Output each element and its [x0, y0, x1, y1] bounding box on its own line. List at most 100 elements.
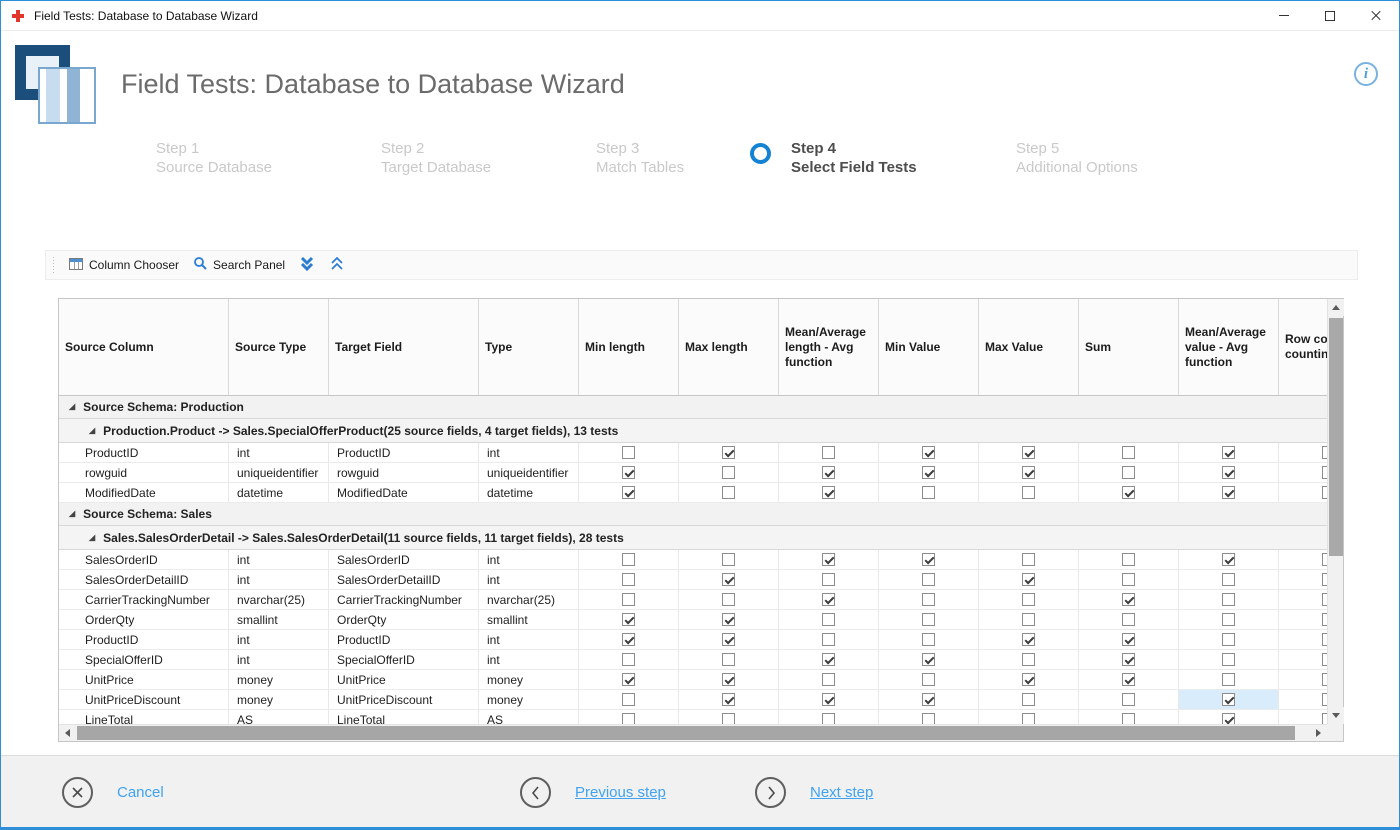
test-checkbox[interactable] — [622, 446, 635, 459]
test-checkbox[interactable] — [922, 446, 935, 459]
column-header[interactable]: Type — [479, 299, 579, 395]
test-checkbox[interactable] — [1122, 553, 1135, 566]
test-checkbox[interactable] — [722, 573, 735, 586]
test-checkbox[interactable] — [1022, 593, 1035, 606]
test-checkbox[interactable] — [622, 633, 635, 646]
test-checkbox[interactable] — [822, 593, 835, 606]
test-checkbox[interactable] — [822, 673, 835, 686]
table-group-row[interactable]: ◢Production.Product -> Sales.SpecialOffe… — [59, 419, 1327, 443]
test-checkbox[interactable] — [1222, 466, 1235, 479]
test-checkbox[interactable] — [1222, 633, 1235, 646]
search-panel-button[interactable]: Search Panel — [186, 252, 292, 278]
test-checkbox[interactable] — [622, 466, 635, 479]
scroll-down-button[interactable] — [1328, 707, 1344, 724]
test-checkbox[interactable] — [622, 693, 635, 706]
test-checkbox[interactable] — [1222, 713, 1235, 724]
cancel-button[interactable]: Cancel — [62, 777, 164, 808]
test-checkbox[interactable] — [1222, 673, 1235, 686]
test-checkbox[interactable] — [822, 713, 835, 724]
group-row[interactable]: ◢Source Schema: Production — [59, 396, 1327, 419]
next-step-button[interactable]: Next step — [755, 777, 873, 808]
test-checkbox[interactable] — [822, 613, 835, 626]
test-checkbox[interactable] — [722, 613, 735, 626]
test-checkbox[interactable] — [622, 673, 635, 686]
test-checkbox[interactable] — [1022, 573, 1035, 586]
test-checkbox[interactable] — [1122, 593, 1135, 606]
grid-row[interactable]: ProductIDintProductIDint — [59, 630, 1327, 650]
test-checkbox[interactable] — [1222, 613, 1235, 626]
test-checkbox[interactable] — [1022, 633, 1035, 646]
test-checkbox[interactable] — [922, 633, 935, 646]
grid-row[interactable]: ModifiedDatedatetimeModifiedDatedatetime — [59, 483, 1327, 503]
test-checkbox[interactable] — [922, 593, 935, 606]
grid-row[interactable]: UnitPriceDiscountmoneyUnitPriceDiscountm… — [59, 690, 1327, 710]
test-checkbox[interactable] — [1122, 633, 1135, 646]
test-checkbox[interactable] — [822, 486, 835, 499]
test-checkbox[interactable] — [722, 673, 735, 686]
test-checkbox[interactable] — [922, 553, 935, 566]
info-icon[interactable]: i — [1354, 62, 1378, 86]
grid-row[interactable]: CarrierTrackingNumbernvarchar(25)Carrier… — [59, 590, 1327, 610]
table-group-row[interactable]: ◢Sales.SalesOrderDetail -> Sales.SalesOr… — [59, 526, 1327, 550]
group-expand-icon[interactable]: ◢ — [69, 510, 75, 518]
group-row[interactable]: ◢Source Schema: Sales — [59, 503, 1327, 526]
test-checkbox[interactable] — [1122, 446, 1135, 459]
grid-row[interactable]: SalesOrderDetailIDintSalesOrderDetailIDi… — [59, 570, 1327, 590]
test-checkbox[interactable] — [722, 693, 735, 706]
minimize-button[interactable] — [1261, 1, 1307, 30]
test-checkbox[interactable] — [1122, 486, 1135, 499]
column-header[interactable]: Min Value — [879, 299, 979, 395]
grid-row[interactable]: SalesOrderIDintSalesOrderIDint — [59, 550, 1327, 570]
test-checkbox[interactable] — [722, 653, 735, 666]
test-checkbox[interactable] — [722, 713, 735, 724]
test-checkbox[interactable] — [722, 633, 735, 646]
vertical-scrollbar-thumb[interactable] — [1329, 318, 1343, 556]
grid-row[interactable]: ProductIDintProductIDint — [59, 443, 1327, 463]
test-checkbox[interactable] — [922, 713, 935, 724]
column-header[interactable]: Row count not counting null — [1279, 299, 1327, 395]
test-checkbox[interactable] — [1022, 713, 1035, 724]
toolbar-grip-handle[interactable] — [51, 257, 55, 274]
test-checkbox[interactable] — [922, 613, 935, 626]
test-checkbox[interactable] — [1022, 673, 1035, 686]
test-checkbox[interactable] — [922, 486, 935, 499]
test-checkbox[interactable] — [1122, 653, 1135, 666]
group-expand-icon[interactable]: ◢ — [69, 403, 75, 411]
column-header[interactable]: Sum — [1079, 299, 1179, 395]
test-checkbox[interactable] — [822, 466, 835, 479]
test-checkbox[interactable] — [622, 486, 635, 499]
previous-step-button[interactable]: Previous step — [520, 777, 666, 808]
expand-all-button[interactable] — [292, 252, 322, 278]
test-checkbox[interactable] — [922, 573, 935, 586]
test-checkbox[interactable] — [722, 486, 735, 499]
test-checkbox[interactable] — [822, 633, 835, 646]
column-header[interactable]: Min length — [579, 299, 679, 395]
column-header[interactable]: Mean/Average value - Avg function — [1179, 299, 1279, 395]
test-checkbox[interactable] — [1022, 693, 1035, 706]
scroll-up-button[interactable] — [1328, 299, 1344, 316]
column-header[interactable]: Max length — [679, 299, 779, 395]
collapse-all-button[interactable] — [322, 252, 352, 278]
test-checkbox[interactable] — [922, 653, 935, 666]
test-checkbox[interactable] — [1222, 693, 1235, 706]
test-checkbox[interactable] — [1122, 693, 1135, 706]
test-checkbox[interactable] — [1222, 573, 1235, 586]
test-checkbox[interactable] — [622, 553, 635, 566]
close-button[interactable] — [1353, 1, 1399, 30]
test-checkbox[interactable] — [1022, 466, 1035, 479]
test-checkbox[interactable] — [1022, 653, 1035, 666]
test-checkbox[interactable] — [1022, 613, 1035, 626]
test-checkbox[interactable] — [1022, 446, 1035, 459]
test-checkbox[interactable] — [922, 673, 935, 686]
grid-row[interactable]: LineTotalASLineTotalAS — [59, 710, 1327, 724]
test-checkbox[interactable] — [722, 446, 735, 459]
test-checkbox[interactable] — [822, 693, 835, 706]
test-checkbox[interactable] — [1022, 553, 1035, 566]
test-checkbox[interactable] — [822, 573, 835, 586]
scroll-left-button[interactable] — [59, 725, 76, 741]
test-checkbox[interactable] — [622, 653, 635, 666]
test-checkbox[interactable] — [722, 593, 735, 606]
test-checkbox[interactable] — [822, 446, 835, 459]
test-checkbox[interactable] — [1222, 593, 1235, 606]
group-expand-icon[interactable]: ◢ — [89, 534, 95, 542]
